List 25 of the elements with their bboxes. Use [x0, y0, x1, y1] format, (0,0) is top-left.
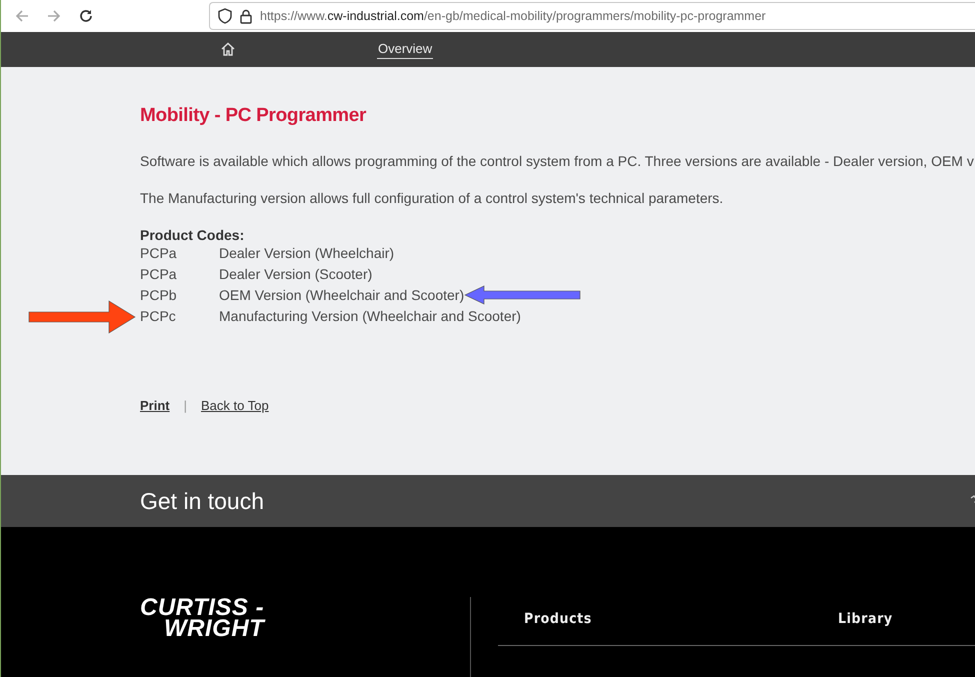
section-title: Get in touch — [140, 488, 264, 515]
company-logo[interactable]: CURTISS - WRIGHT — [140, 597, 470, 677]
separator: | — [184, 398, 188, 413]
product-code: PCPc — [140, 308, 177, 324]
product-code: PCPa — [140, 266, 178, 282]
product-code: PCPb — [140, 287, 178, 304]
back-to-top-link[interactable]: Back to Top — [201, 398, 269, 413]
page-title: Mobility - PC Programmer — [140, 104, 366, 127]
address-bar[interactable]: https://www.cw-industrial.com/en-gb/medical-mobility/programmers/mobility-pc-programmer — [209, 2, 975, 30]
paragraph: The Manufacturing version allows full configuration of a control system's technical parameters. — [140, 190, 724, 206]
home-icon[interactable] — [219, 40, 237, 58]
product-description: Dealer Version (Scooter) — [219, 266, 372, 282]
footer-heading[interactable]: Products — [524, 611, 838, 627]
product-description: Manufacturing Version (Wheelchair and Scooter) — [219, 308, 521, 324]
paragraph: Software is available which allows programming of the control system from a PC. Three versions are available - Dealer version, OEM v — [140, 152, 974, 169]
url-text: https://www.cw-industrial.com/en-gb/medical-mobility/programmers/mobility-pc-programmer — [260, 9, 766, 24]
product-code: PCPa — [140, 245, 178, 262]
product-description: Dealer Version (Wheelchair) — [219, 245, 394, 262]
product-description: OEM Version (Wheelchair and Scooter) — [219, 287, 464, 304]
footer-heading[interactable]: Library — [838, 611, 893, 627]
section-heading: Product Codes: — [140, 226, 244, 243]
shield-icon — [218, 8, 232, 24]
nav-tab[interactable]: Overview — [377, 39, 434, 60]
lock-icon — [240, 8, 252, 24]
print-link[interactable]: Print — [140, 398, 170, 413]
